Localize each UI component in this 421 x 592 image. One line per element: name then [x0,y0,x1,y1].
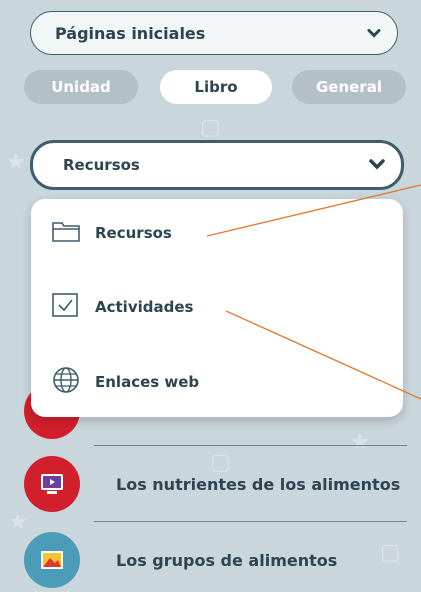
tab-unidad[interactable]: Unidad [24,70,138,104]
list-item[interactable]: Los grupos de alimentos [24,532,411,588]
resource-type-select-value: Recursos [63,156,140,174]
divider [94,521,407,522]
image-icon [24,532,80,588]
background-decoration: ▢ [200,115,221,140]
menu-item-recursos[interactable]: Recursos [51,216,172,250]
list-item-label: Los grupos de alimentos [116,550,338,570]
menu-item-label: Enlaces web [95,373,200,391]
tab-libro[interactable]: Libro [160,70,272,104]
tab-unidad-label: Unidad [51,78,111,96]
resource-type-select[interactable]: Recursos [30,140,404,190]
tab-libro-label: Libro [194,78,238,96]
folder-icon [51,219,81,247]
tab-general[interactable]: General [292,70,406,104]
pages-select[interactable]: Páginas iniciales [30,11,398,55]
chevron-down-icon [369,156,385,174]
pages-select-value: Páginas iniciales [55,23,206,43]
menu-item-actividades[interactable]: Actividades [51,290,193,324]
menu-item-enlaces-web[interactable]: Enlaces web [51,365,199,399]
chevron-down-icon [367,24,381,43]
tab-general-label: General [316,78,382,96]
background-decoration: ★ [6,150,26,175]
menu-item-label: Recursos [95,224,172,242]
checkbox-icon [51,291,81,323]
divider [94,445,407,446]
resource-type-menu: Recursos Actividades Enlaces web [31,199,403,417]
menu-item-label: Actividades [95,298,194,316]
globe-icon [51,365,81,399]
video-icon [24,456,80,512]
list-item-label: Los nutrientes de los alimentos [116,474,401,494]
list-item[interactable]: Los nutrientes de los alimentos [24,456,411,512]
